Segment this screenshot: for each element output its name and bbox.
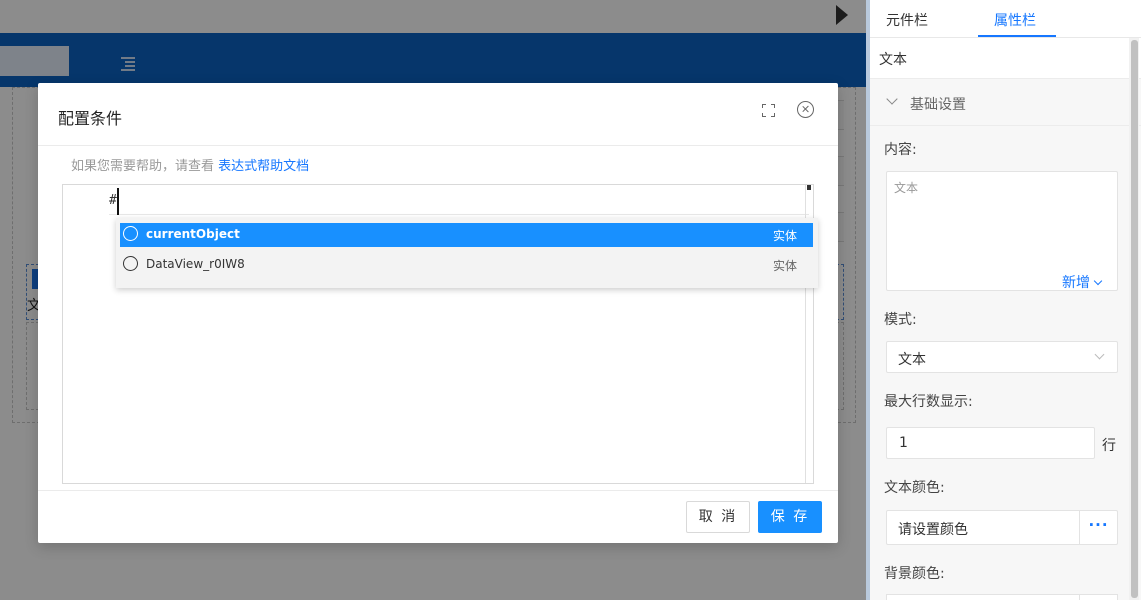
content-placeholder: 文本 [894,181,919,195]
add-new-label: 新增 [1062,275,1090,291]
editor-text: # [109,193,117,208]
tab-components[interactable]: 元件栏 [886,10,928,30]
suggestion-name: DataView_r0IW8 [146,257,245,271]
basic-settings-header[interactable]: 基础设置 [870,78,1141,126]
property-panel: 元件栏 属性栏 文本 基础设置 内容: 文本 新增 模式: 文本 最大行数显示:… [866,0,1141,600]
max-lines-label: 最大行数显示: [884,394,973,410]
autocomplete-dropdown: currentObject 实体 DataView_r0IW8 实体 [116,218,818,288]
close-icon[interactable] [797,101,814,118]
more-icon[interactable] [1079,595,1117,600]
dialog-title: 配置条件 [58,109,123,128]
panel-scrollbar[interactable] [1129,38,1139,600]
bg-color-label: 背景颜色: [884,566,945,582]
tab-properties[interactable]: 属性栏 [994,10,1036,30]
suggestion-kind: 实体 [772,229,797,243]
text-color-picker[interactable]: 请设置颜色 ··· [886,510,1118,545]
suggestion-kind: 实体 [772,259,797,273]
panel-tabs: 元件栏 属性栏 [870,0,1141,38]
text-color-placeholder: 请设置颜色 [898,522,968,538]
editor-active-line [109,185,809,215]
max-lines-unit: 行 [1102,438,1116,454]
fullscreen-icon[interactable] [762,104,775,117]
cancel-button[interactable]: 取 消 [686,501,750,533]
more-icon[interactable]: ··· [1079,511,1117,544]
basic-settings-label: 基础设置 [910,97,966,113]
mode-select[interactable]: 文本 [886,341,1118,373]
add-new-button[interactable]: 新增 [1062,272,1103,292]
mode-label: 模式: [884,312,917,328]
basic-settings-body: 内容: 文本 新增 模式: 文本 最大行数显示: 1 行 文本颜色: 请设置颜色… [870,126,1141,600]
bg-color-picker[interactable] [886,594,1118,600]
help-doc-link[interactable]: 表达式帮助文档 [218,159,309,174]
config-condition-dialog: 配置条件 如果您需要帮助，请查看 表达式帮助文档 # currentObject… [38,83,838,543]
header-divider [38,145,838,146]
suggestion-name: currentObject [146,227,240,241]
help-prefix: 如果您需要帮助，请查看 [71,159,219,174]
entity-icon [123,226,138,241]
text-caret [117,188,119,215]
max-lines-input[interactable]: 1 [886,427,1095,459]
chevron-down-icon [1093,276,1103,286]
entity-icon [123,256,138,271]
content-label: 内容: [884,142,917,158]
active-tab-indicator [978,35,1056,37]
mode-value: 文本 [898,352,926,368]
footer-divider [38,490,838,491]
suggestion-item[interactable]: DataView_r0IW8 实体 [120,253,813,277]
chevron-down-icon [1094,349,1105,360]
component-title: 文本 [879,52,907,68]
chevron-down-icon [886,93,898,105]
help-text: 如果您需要帮助，请查看 表达式帮助文档 [71,155,309,174]
save-button[interactable]: 保 存 [758,501,822,533]
text-color-label: 文本颜色: [884,480,945,496]
scrollbar-thumb[interactable] [1131,40,1138,598]
max-lines-value: 1 [899,435,908,451]
suggestion-item[interactable]: currentObject 实体 [120,223,813,247]
